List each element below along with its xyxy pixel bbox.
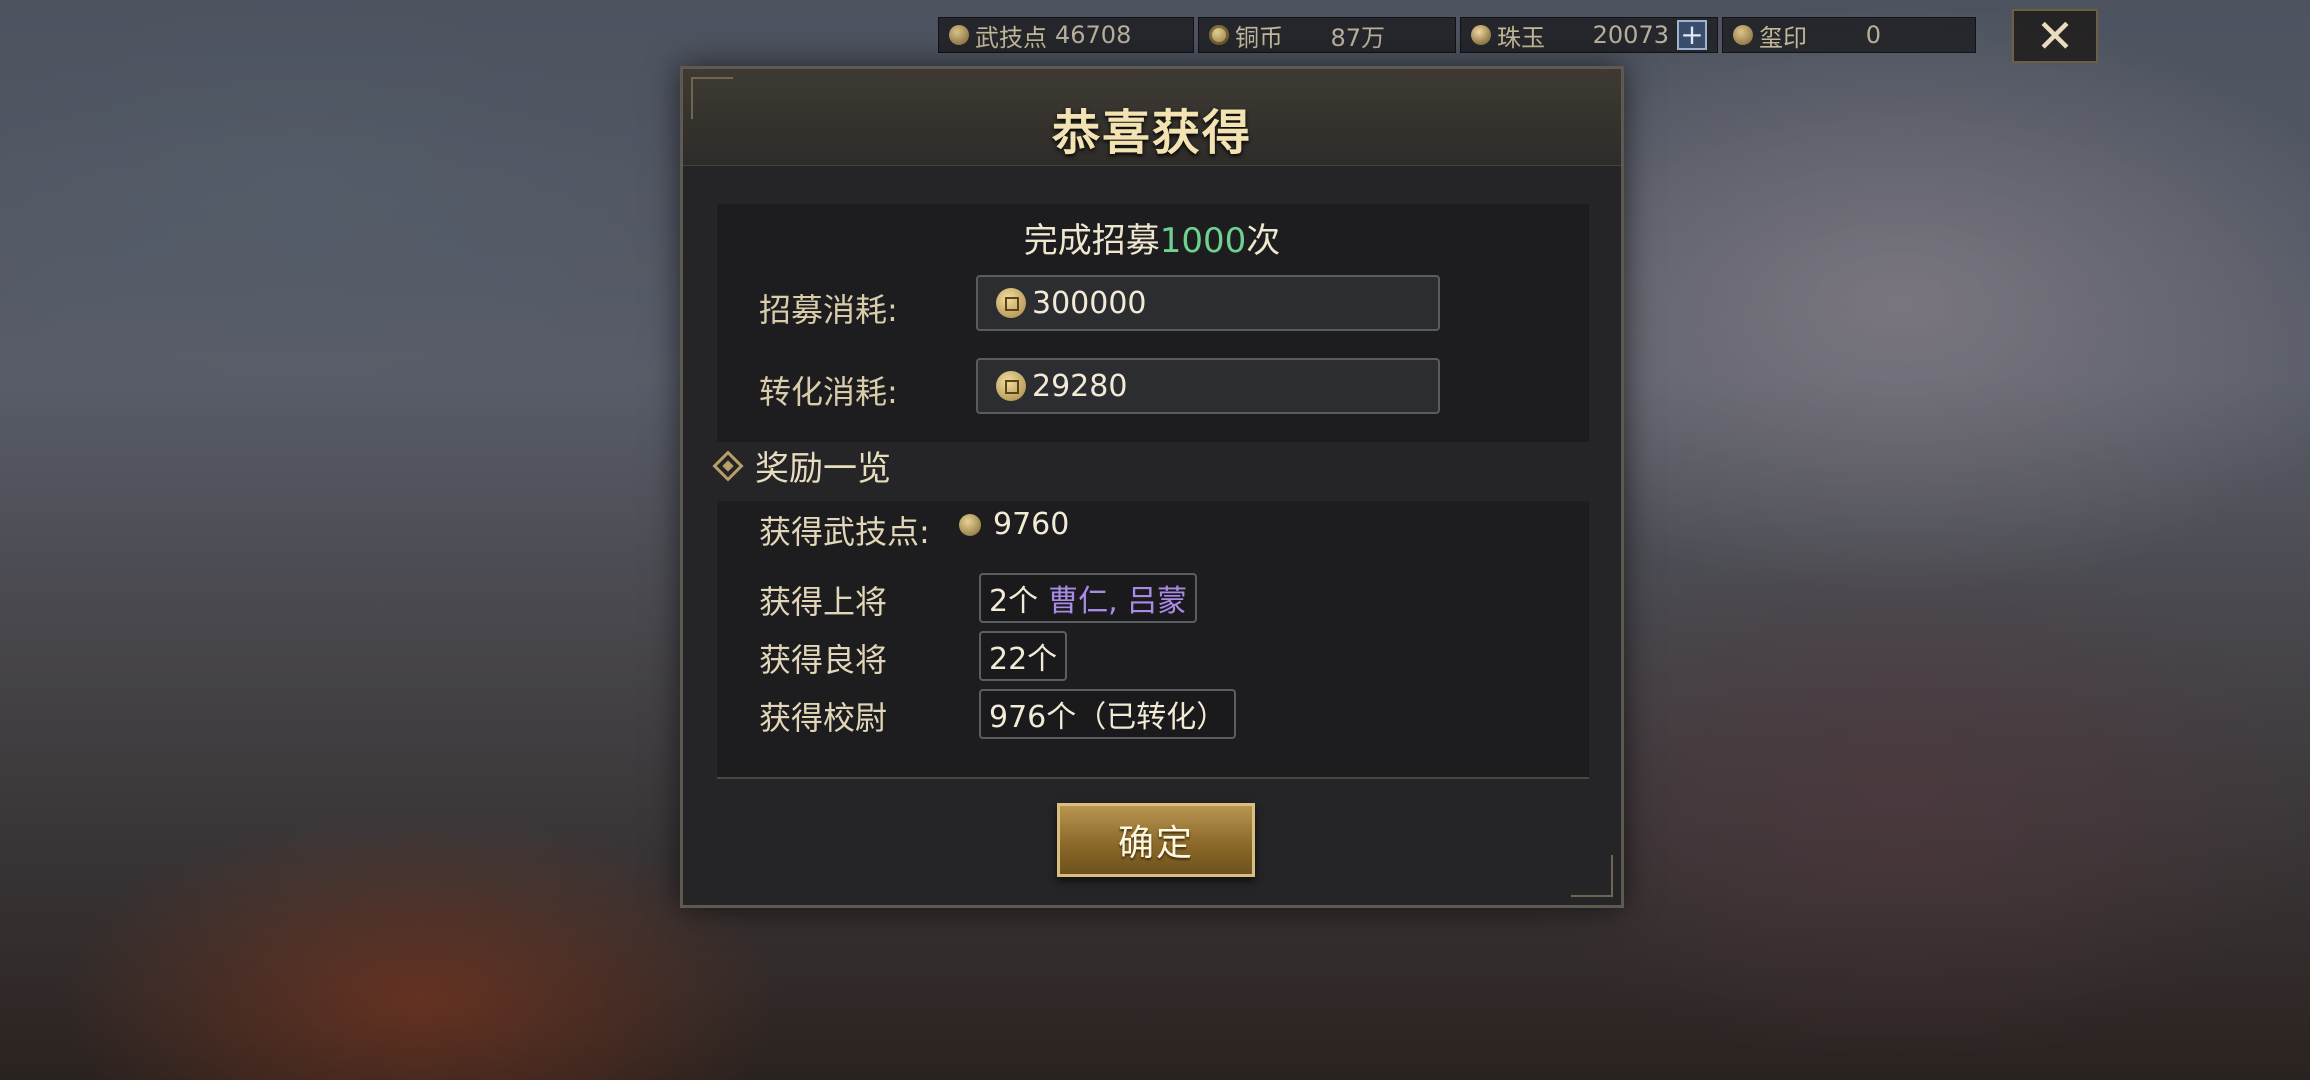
- currency-label: 珠玉: [1497, 23, 1545, 52]
- currency-label: 武技点: [975, 23, 1047, 52]
- currency-value: 87万: [1330, 23, 1385, 52]
- currency-copper: 铜币 87万: [1198, 17, 1456, 53]
- currency-martial-points: 武技点 46708: [938, 17, 1194, 53]
- summary-count: 1000: [1159, 221, 1247, 261]
- copper-coin-icon: [1209, 25, 1229, 45]
- convert-cost-field: 29280: [976, 358, 1440, 414]
- good-generals-value: 22个: [989, 642, 1058, 677]
- dialog-title: 恭喜获得: [1051, 105, 1252, 161]
- recruit-cost-label: 招募消耗:: [759, 291, 898, 329]
- martial-points-label: 获得武技点:: [759, 513, 930, 551]
- convert-cost-value: 29280: [1032, 368, 1128, 404]
- currency-seal: 玺印 0: [1722, 17, 1976, 53]
- divider: [717, 777, 1589, 779]
- recruit-summary: 完成招募1000次: [683, 213, 1621, 262]
- currency-value: 0: [1865, 21, 1881, 49]
- currency-jade: 珠玉 20073 +: [1460, 17, 1718, 53]
- recruit-cost-field: 300000: [976, 275, 1440, 331]
- top-generals-box: 2个 曹仁, 吕蒙: [979, 573, 1198, 623]
- top-generals-names: 曹仁, 吕蒙: [1048, 584, 1188, 619]
- rewards-title-text: 奖励一览: [755, 449, 891, 489]
- copper-coin-icon: [996, 288, 1026, 318]
- copper-coin-icon: [996, 371, 1026, 401]
- add-jade-button[interactable]: +: [1677, 20, 1707, 50]
- close-icon: ✕: [2035, 9, 2075, 63]
- martial-points-icon: [949, 25, 969, 45]
- top-generals-count: 2个: [989, 584, 1039, 619]
- officers-box: 976个（已转化）: [979, 689, 1237, 739]
- martial-points-icon: [959, 513, 981, 536]
- martial-points-value: 9760: [993, 507, 1070, 542]
- corner-ornament: [1571, 855, 1613, 897]
- currency-label: 铜币: [1235, 23, 1283, 52]
- summary-prefix: 完成招募: [1023, 221, 1160, 261]
- rewards-section-title: 奖励一览: [712, 441, 891, 490]
- summary-suffix: 次: [1246, 221, 1281, 261]
- currency-bar: 武技点 46708 铜币 87万 珠玉 20073 + 玺印 0: [938, 17, 1976, 55]
- good-generals-label: 获得良将: [759, 641, 888, 679]
- convert-cost-label: 转化消耗:: [759, 373, 898, 411]
- close-button[interactable]: ✕: [2012, 9, 2098, 63]
- confirm-button[interactable]: 确定: [1057, 803, 1255, 877]
- currency-value: 20073: [1592, 21, 1669, 49]
- diamond-icon: [712, 449, 744, 482]
- officers-label: 获得校尉: [759, 699, 888, 737]
- martial-points-reward: 9760: [959, 507, 1069, 542]
- currency-label: 玺印: [1759, 23, 1807, 52]
- top-generals-label: 获得上将: [759, 583, 888, 621]
- jade-icon: [1471, 25, 1491, 45]
- dialog-header: 恭喜获得: [683, 69, 1621, 166]
- officers-value: 976个（已转化）: [989, 700, 1227, 735]
- seal-icon: [1733, 25, 1753, 45]
- recruit-cost-value: 300000: [1032, 285, 1147, 321]
- reward-dialog: 恭喜获得 完成招募1000次 招募消耗: 300000 转化消耗: 29280 …: [680, 66, 1624, 908]
- good-generals-box: 22个: [979, 631, 1068, 681]
- currency-value: 46708: [1055, 21, 1132, 49]
